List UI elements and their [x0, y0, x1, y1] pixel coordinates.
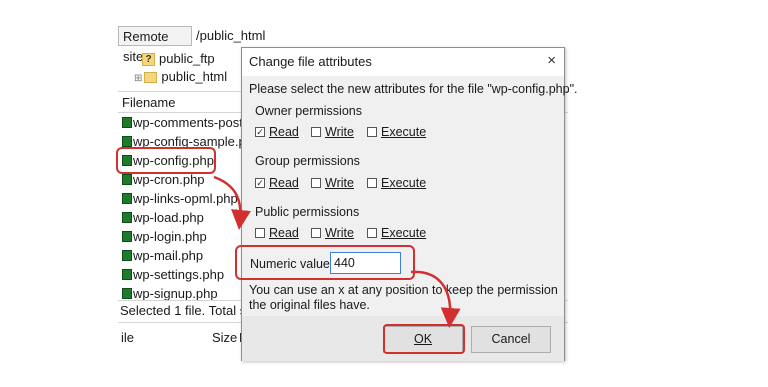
- arrow-to-ok: [410, 270, 461, 328]
- arrow-to-numeric: [213, 175, 251, 230]
- annotation-arrows: [213, 175, 461, 328]
